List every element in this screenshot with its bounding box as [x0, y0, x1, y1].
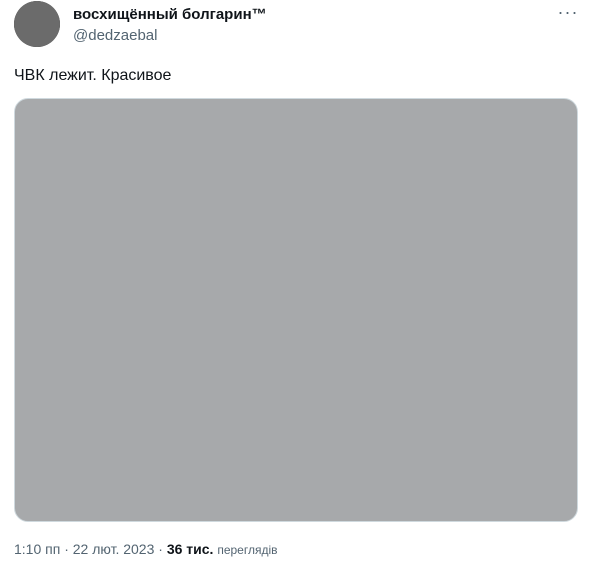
author-handle[interactable]: @dedzaebal [73, 27, 157, 44]
tweet-date-link[interactable]: 22 лют. 2023 [73, 541, 155, 557]
meta-separator: · [60, 541, 73, 557]
tweet-time-link[interactable]: 1:10 пп [14, 541, 60, 557]
views-label: переглядів [217, 543, 278, 557]
meta-separator-2: · [154, 541, 167, 557]
tweet-meta: 1:10 пп · 22 лют. 2023 · 36 тис. перегля… [14, 541, 278, 557]
author-display-name[interactable]: восхищённый болгарин™ [73, 6, 267, 23]
avatar-image [14, 1, 60, 47]
more-options-button[interactable]: ··· [556, 2, 580, 22]
tweet-card: восхищённый болгарин™ @dedzaebal ··· ЧВК… [0, 0, 606, 568]
tweet-date: 22 лют. 2023 [72, 541, 155, 557]
tweet-text: ЧВК лежит. Красивое [14, 67, 172, 84]
more-dots-icon: ··· [557, 1, 579, 22]
avatar[interactable] [14, 1, 60, 47]
author-name-row: восхищённый болгарин™ [73, 6, 267, 23]
tweet-time: 1:10 пп [14, 541, 61, 557]
views-count: 36 тис. [166, 541, 214, 557]
tweet-photo[interactable] [14, 98, 578, 522]
